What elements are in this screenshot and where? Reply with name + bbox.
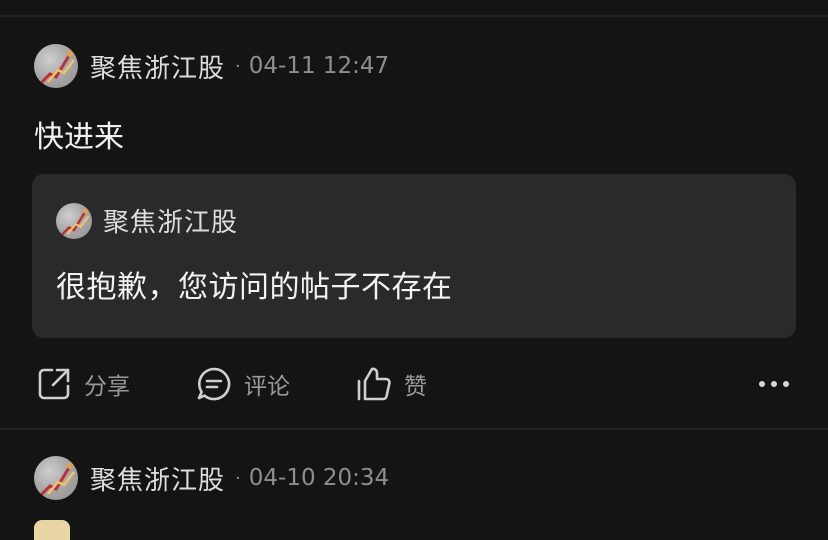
top-divider	[0, 15, 828, 17]
quoted-post-header: 聚焦浙江股	[56, 202, 238, 239]
quoted-post-card[interactable]: 聚焦浙江股 很抱歉，您访问的帖子不存在	[32, 174, 796, 338]
author-name[interactable]: 聚焦浙江股	[90, 48, 225, 85]
avatar[interactable]	[34, 456, 78, 500]
quoted-post-text: 很抱歉，您访问的帖子不存在	[56, 270, 453, 305]
post-header: 聚焦浙江股 · 04-11 12:47	[34, 43, 389, 89]
comment-button[interactable]: 评论	[196, 362, 290, 406]
post-timestamp: 04-10 20:34	[248, 465, 390, 491]
like-button[interactable]: 赞	[356, 362, 427, 406]
thumbs-up-icon	[357, 367, 391, 401]
post-action-bar: 分享 评论 赞	[0, 362, 828, 406]
post-content[interactable]: 快进来	[34, 112, 124, 156]
post-divider	[0, 428, 828, 430]
quoted-author-name: 聚焦浙江股	[103, 208, 239, 238]
avatar	[56, 202, 92, 239]
more-horizontal-icon	[756, 381, 792, 387]
comment-label: 评论	[244, 374, 290, 400]
post-header: 聚焦浙江股 · 04-10 20:34	[34, 455, 389, 501]
comment-icon	[197, 367, 231, 401]
meta-separator: ·	[235, 55, 241, 77]
avatar[interactable]	[34, 44, 78, 88]
share-icon	[38, 368, 70, 400]
share-button[interactable]: 分享	[36, 362, 130, 406]
emoji-image	[34, 520, 70, 540]
author-name[interactable]: 聚焦浙江股	[90, 460, 225, 497]
like-label: 赞	[404, 374, 427, 400]
more-options-button[interactable]	[752, 362, 796, 406]
post-timestamp: 04-11 12:47	[248, 53, 390, 79]
meta-separator: ·	[235, 467, 241, 489]
share-label: 分享	[84, 374, 130, 400]
